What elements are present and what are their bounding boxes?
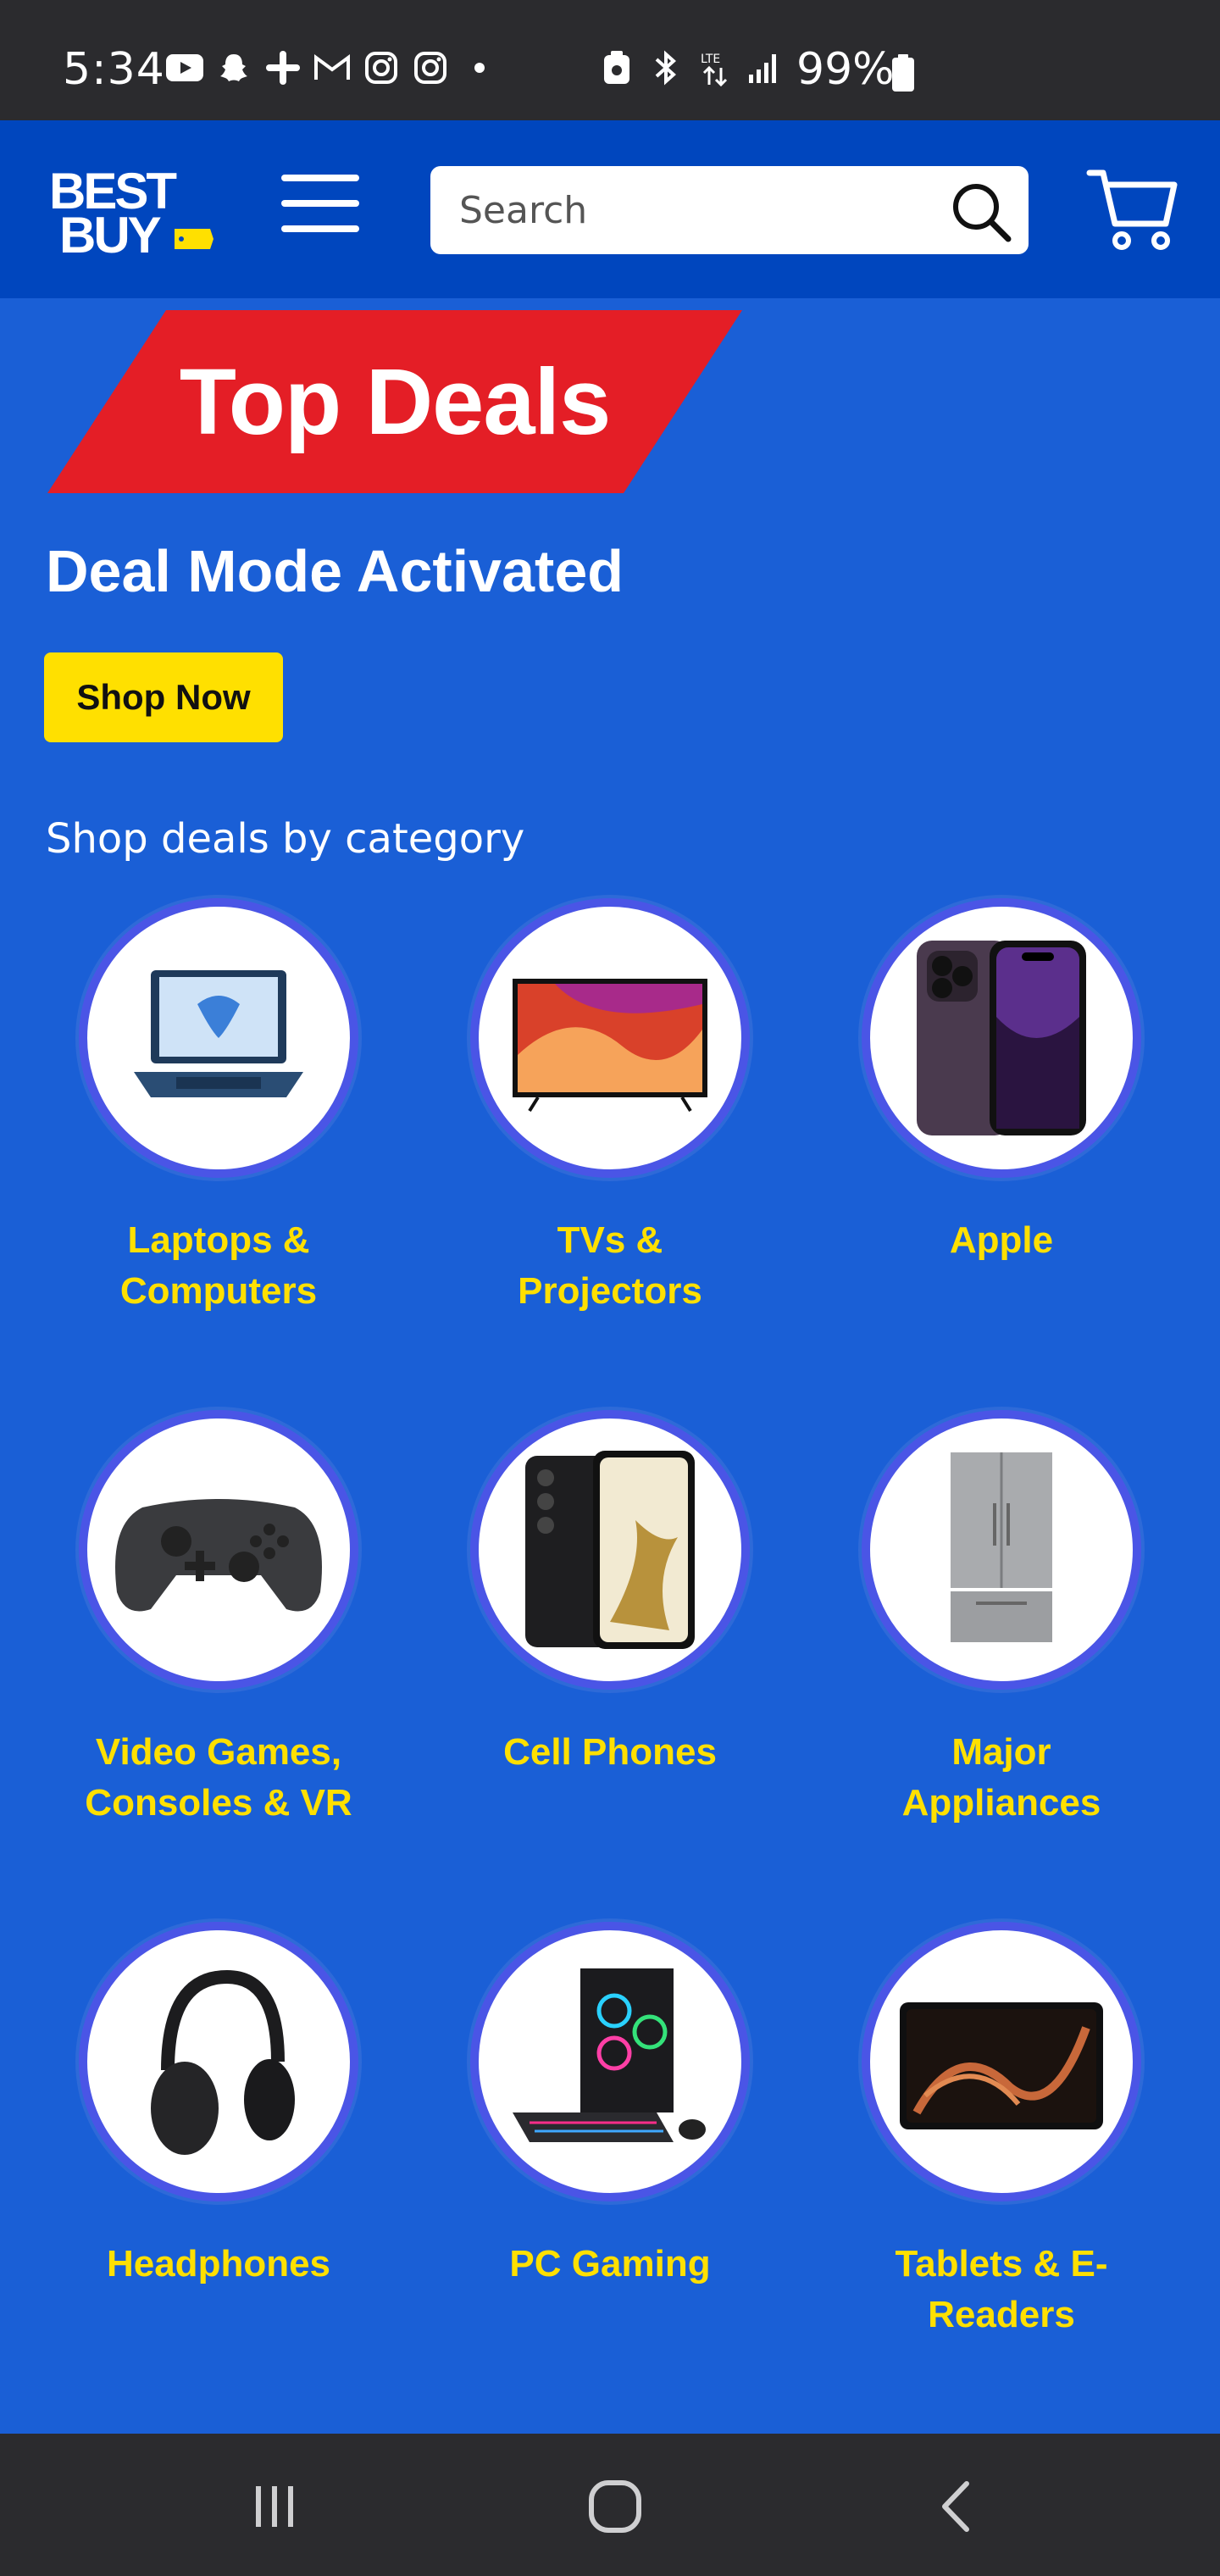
category-image[interactable]: [470, 1410, 750, 1690]
shop-now-button[interactable]: Shop Now: [44, 652, 283, 742]
iphone-icon: [917, 941, 1086, 1135]
instagram-icon: [412, 49, 449, 86]
category-label: Video Games, Consoles & VR: [85, 1731, 352, 1824]
back-icon: [942, 2481, 969, 2532]
dot-icon: [461, 49, 498, 86]
menu-button[interactable]: [281, 175, 359, 236]
category-tablets[interactable]: Tablets & E- Readers: [824, 1922, 1179, 2340]
category-label: Tablets & E- Readers: [895, 2243, 1108, 2335]
status-bar: 5:34 LTE 99%: [0, 0, 1220, 120]
menu-line: [281, 200, 359, 207]
category-laptops[interactable]: Laptops & Computers: [41, 898, 396, 1317]
category-image[interactable]: [79, 1410, 358, 1690]
notification-icons: [166, 49, 498, 86]
category-major-appliances[interactable]: Major Appliances: [824, 1410, 1179, 1829]
menu-line: [281, 175, 359, 181]
bluetooth-icon: [647, 49, 685, 86]
category-image[interactable]: [862, 1922, 1141, 2201]
signal-icon: [746, 49, 783, 86]
data-icon: LTE: [696, 49, 734, 86]
category-image[interactable]: [862, 1410, 1141, 1690]
category-image[interactable]: [470, 898, 750, 1178]
recent-apps-button[interactable]: [224, 2471, 325, 2542]
best-buy-logo[interactable]: BEST BUY: [49, 161, 219, 264]
instagram-icon: [363, 49, 400, 86]
category-pc-gaming[interactable]: PC Gaming: [432, 1922, 788, 2290]
category-video-games[interactable]: Video Games, Consoles & VR: [41, 1410, 396, 1829]
category-image[interactable]: [470, 1922, 750, 2201]
category-image[interactable]: [79, 1922, 358, 2201]
tablet-icon: [900, 2002, 1103, 2129]
system-icons: LTE: [598, 49, 783, 86]
category-apple[interactable]: Apple: [824, 898, 1179, 1266]
category-label: PC Gaming: [509, 2243, 711, 2285]
category-cell-phones[interactable]: Cell Phones: [432, 1410, 788, 1778]
site-header: BEST BUY: [0, 120, 1220, 298]
back-button[interactable]: [905, 2471, 1006, 2542]
category-label: Laptops & Computers: [119, 1219, 318, 1312]
recent-apps-icon: [256, 2486, 293, 2527]
category-image[interactable]: [79, 898, 358, 1178]
category-heading: Shop deals by category: [46, 815, 525, 863]
category-tvs[interactable]: TVs & Projectors: [432, 898, 788, 1317]
category-label: Apple: [949, 1219, 1054, 1261]
home-button[interactable]: [564, 2471, 666, 2542]
nfc-icon: [598, 49, 635, 86]
snapchat-icon: [215, 49, 252, 86]
category-label: Cell Phones: [503, 1731, 717, 1773]
search-icon[interactable]: [949, 180, 1013, 244]
category-label: Headphones: [106, 2243, 331, 2285]
logo-line2: BUY: [59, 207, 162, 263]
gaming-pc-icon: [513, 1968, 706, 2142]
search-input[interactable]: [459, 183, 917, 237]
menu-line: [281, 225, 359, 232]
search-bar[interactable]: [430, 166, 1029, 254]
battery-percent: 99%: [796, 44, 895, 95]
hero-subtitle: Deal Mode Activated: [46, 538, 624, 604]
home-icon: [589, 2480, 641, 2533]
android-nav-bar: [0, 2434, 1220, 2576]
youtube-icon: [166, 49, 203, 86]
category-label: TVs & Projectors: [518, 1219, 702, 1312]
headphones-icon: [151, 1969, 295, 2155]
gmail-icon: [313, 49, 351, 86]
category-label: Major Appliances: [901, 1731, 1101, 1824]
refrigerator-icon: [951, 1452, 1052, 1642]
svg-text:LTE: LTE: [701, 53, 720, 66]
category-image[interactable]: [862, 898, 1141, 1178]
cell-phone-icon: [525, 1451, 695, 1649]
laptop-icon: [134, 970, 303, 1097]
category-headphones[interactable]: Headphones: [41, 1922, 396, 2290]
status-time: 5:34: [63, 44, 165, 95]
battery-icon: [891, 54, 915, 92]
cart-icon[interactable]: [1086, 164, 1179, 253]
game-controller-icon: [115, 1499, 322, 1612]
top-deals-title: Top Deals: [179, 349, 612, 454]
top-deals-banner: Top Deals: [47, 310, 742, 493]
slack-icon: [264, 49, 302, 86]
tv-icon: [513, 979, 707, 1113]
